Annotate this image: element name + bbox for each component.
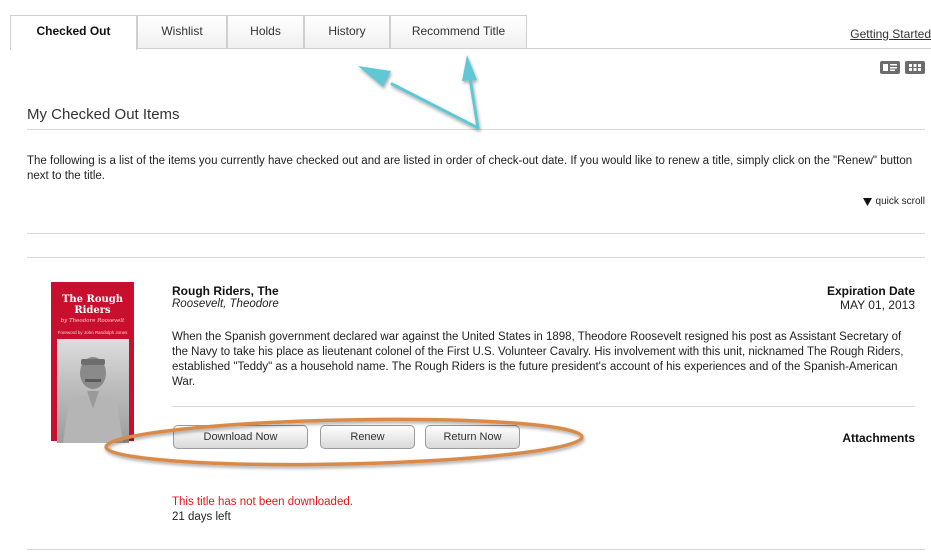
tab-holds[interactable]: Holds <box>227 15 304 48</box>
tab-checked-out[interactable]: Checked Out <box>10 15 137 50</box>
tab-bar-baseline <box>10 48 931 49</box>
expiration-date: MAY 01, 2013 <box>840 298 915 312</box>
item-title[interactable]: Rough Riders, The <box>172 284 279 298</box>
download-now-button[interactable]: Download Now <box>173 425 308 449</box>
divider <box>27 257 925 258</box>
expiration-label: Expiration Date <box>826 284 915 298</box>
tab-history[interactable]: History <box>304 15 390 48</box>
cover-foreword: Foreword by John Randolph Jones <box>57 330 128 335</box>
cover-portrait-image <box>56 339 129 443</box>
checked-out-panel: Checked Out Wishlist Holds History Recom… <box>10 0 931 560</box>
view-toggle <box>880 61 925 74</box>
item-description: When the Spanish government declared war… <box>172 331 904 388</box>
renew-button[interactable]: Renew <box>320 425 415 449</box>
tab-recommend-title[interactable]: Recommend Title <box>390 15 527 48</box>
days-left: 21 days left <box>172 511 231 523</box>
tab-bar: Checked Out Wishlist Holds History Recom… <box>10 15 931 50</box>
divider <box>27 549 925 550</box>
divider <box>27 129 925 130</box>
list-view-icon[interactable] <box>880 61 900 74</box>
page-title: My Checked Out Items <box>27 106 180 123</box>
grid-view-icon[interactable] <box>905 61 925 74</box>
quick-scroll-label: quick scroll <box>875 196 925 207</box>
cover-title: The Rough Riders <box>61 294 124 316</box>
quick-scroll-link[interactable]: quick scroll <box>862 196 925 207</box>
item-author[interactable]: Roosevelt, Theodore <box>172 298 279 310</box>
download-status: This title has not been downloaded. <box>172 496 353 508</box>
cover-publisher: TANTOR AUDIO <box>71 447 114 452</box>
return-now-button[interactable]: Return Now <box>425 425 520 449</box>
divider <box>172 406 915 407</box>
getting-started-link[interactable]: Getting Started <box>850 27 931 41</box>
attachments-label: Attachments <box>842 431 915 445</box>
book-cover[interactable]: The Rough Riders by Theodore Roosevelt F… <box>51 282 134 452</box>
triangle-down-icon <box>862 197 872 206</box>
tab-wishlist[interactable]: Wishlist <box>137 15 227 48</box>
cover-author: by Theodore Roosevelt <box>60 318 125 324</box>
intro-text: The following is a list of the items you… <box>27 155 913 182</box>
divider <box>27 233 925 234</box>
